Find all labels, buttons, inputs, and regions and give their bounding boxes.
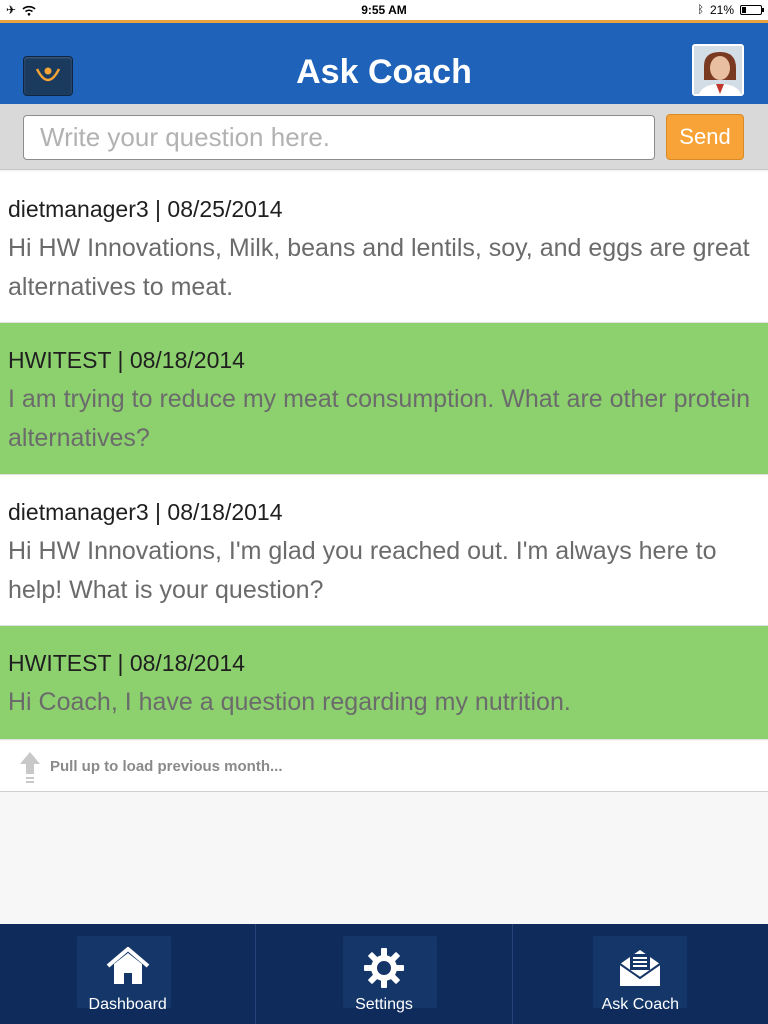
message-text: Hi HW Innovations, Milk, beans and lenti… xyxy=(8,234,750,301)
question-bar: Send xyxy=(0,104,768,170)
message-author: HWITEST | 08/18/2014 xyxy=(8,347,245,373)
tab-settings[interactable]: Settings xyxy=(256,924,513,1024)
bluetooth-icon: ᛒ xyxy=(697,4,704,16)
message-text: Hi HW Innovations, I'm glad you reached … xyxy=(8,537,717,604)
battery-percent: 21% xyxy=(709,3,734,17)
home-icon xyxy=(0,946,255,986)
page-title: Ask Coach xyxy=(296,53,472,91)
message-item: dietmanager3 | 08/25/2014 Hi HW Innovati… xyxy=(0,172,768,323)
tab-settings-label: Settings xyxy=(355,996,413,1013)
send-button[interactable]: Send xyxy=(666,114,744,160)
message-item: HWITEST | 08/18/2014 I am trying to redu… xyxy=(0,323,768,475)
message-list[interactable]: dietmanager3 | 08/25/2014 Hi HW Innovati… xyxy=(0,172,768,740)
status-time: 9:55 AM xyxy=(361,3,407,17)
envelope-icon xyxy=(513,946,768,988)
tab-dashboard[interactable]: Dashboard xyxy=(0,924,257,1024)
message-text: I am trying to reduce my meat consumptio… xyxy=(8,385,751,452)
message-item: HWITEST | 08/18/2014 Hi Coach, I have a … xyxy=(0,626,768,740)
message-author: dietmanager3 | 08/18/2014 xyxy=(8,499,283,525)
question-input[interactable] xyxy=(23,115,655,160)
battery-icon xyxy=(740,5,764,15)
status-bar: ✈ 9:55 AM ᛒ 21% xyxy=(0,0,768,20)
message-author: dietmanager3 | 08/25/2014 xyxy=(8,196,283,222)
pull-to-load-hint[interactable]: Pull up to load previous month... xyxy=(0,741,768,792)
pull-hint-label: Pull up to load previous month... xyxy=(50,758,283,775)
tab-ask-coach[interactable]: Ask Coach xyxy=(513,924,768,1024)
status-right: ᛒ 21% xyxy=(697,3,764,17)
tab-dashboard-label: Dashboard xyxy=(88,996,167,1013)
tab-bar: Dashboard Settings Ask Coach xyxy=(0,924,768,1024)
coach-avatar-icon[interactable] xyxy=(692,44,744,96)
arrow-up-icon xyxy=(20,752,40,783)
message-text: Hi Coach, I have a question regarding my… xyxy=(8,688,571,716)
gear-icon xyxy=(256,946,511,990)
app-header: Ask Coach xyxy=(0,23,768,104)
message-item: dietmanager3 | 08/18/2014 Hi HW Innovati… xyxy=(0,475,768,626)
tab-ask-coach-label: Ask Coach xyxy=(601,996,679,1013)
message-author: HWITEST | 08/18/2014 xyxy=(8,650,245,676)
